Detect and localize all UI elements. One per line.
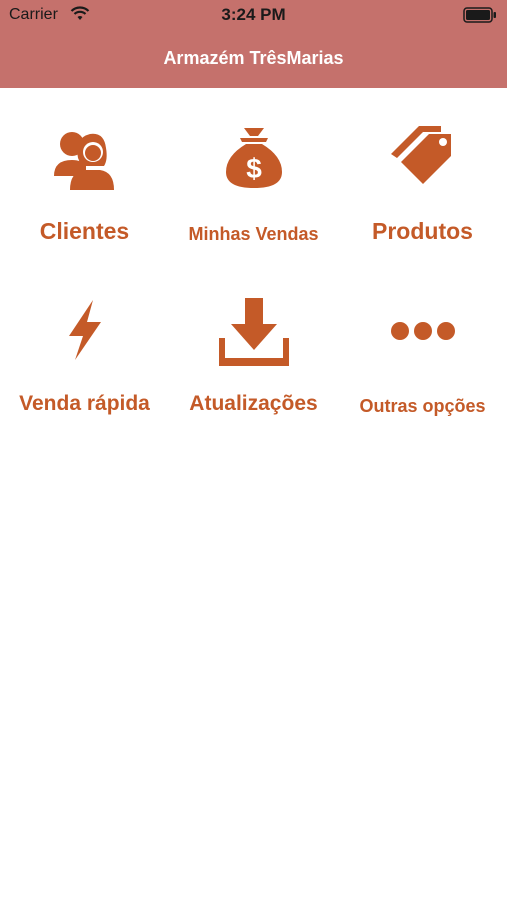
status-bar: Carrier 3:24 PM	[0, 0, 507, 30]
navigation-header: Carrier 3:24 PM Armazém TrêsMarias	[0, 0, 507, 88]
menu-item-atualizacoes[interactable]: Atualizações	[169, 258, 338, 418]
page-title: Armazém TrêsMarias	[163, 48, 344, 68]
atualizacoes-label: Atualizações	[189, 392, 318, 415]
venda-rapida-label: Venda rápida	[19, 392, 150, 415]
svg-text:$: $	[246, 153, 262, 184]
battery-icon	[463, 7, 496, 23]
download-icon	[218, 298, 289, 366]
status-time: 3:24 PM	[221, 5, 286, 24]
menu-item-venda-rapida[interactable]: Venda rápida	[0, 258, 169, 418]
menu-item-clientes[interactable]: Clientes	[0, 88, 169, 248]
outras-opcoes-label: Outras opções	[359, 396, 486, 416]
clientes-label: Clientes	[39, 218, 130, 244]
more-dots-icon	[390, 322, 455, 340]
money-bag-icon: $	[225, 128, 282, 188]
produtos-label: Produtos	[372, 218, 473, 244]
minhas-vendas-label: Minhas Vendas	[188, 224, 319, 244]
menu-item-outras-opcoes[interactable]: Outras opções	[338, 258, 507, 418]
people-icon	[53, 132, 114, 190]
menu-item-produtos[interactable]: Produtos	[338, 88, 507, 248]
tags-icon	[390, 126, 451, 184]
menu-item-minhas-vendas[interactable]: $ Minhas Vendas	[169, 88, 338, 248]
lightning-icon	[68, 300, 101, 360]
